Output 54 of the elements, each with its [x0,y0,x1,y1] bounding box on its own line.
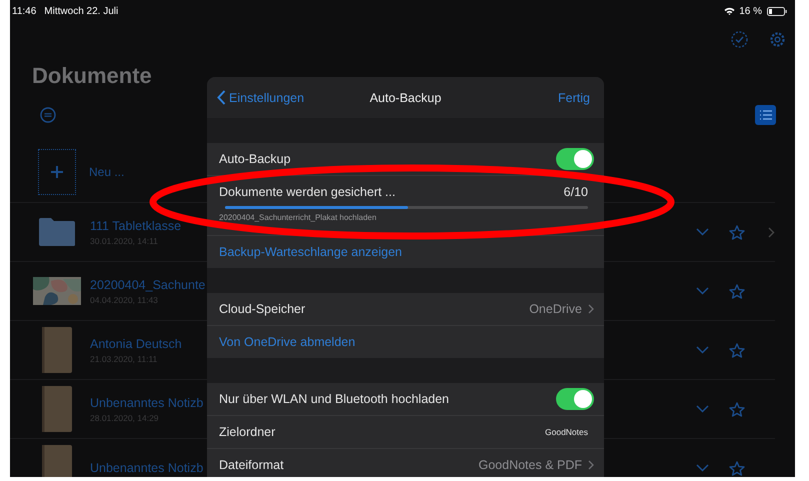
status-time: 11:46 [12,6,36,16]
document-name[interactable]: Unbenanntes Notizb [90,396,204,410]
wifi-icon [724,7,736,15]
chevron-down-icon[interactable] [696,228,709,236]
chevron-right-icon[interactable] [588,304,594,314]
document-name[interactable]: Unbenanntes Notizb [90,461,204,475]
star-icon[interactable] [729,402,745,416]
back-button[interactable]: Einstellungen [217,90,304,105]
new-document-button[interactable] [38,149,76,195]
chevron-right-icon[interactable] [768,226,775,238]
star-icon[interactable] [729,224,745,240]
document-name[interactable]: Antonia Deutsch [90,336,182,350]
toggle-switch[interactable] [556,148,594,170]
battery-icon [767,6,787,16]
action-link[interactable]: Backup-Warteschlange anzeigen [219,245,402,259]
chevron-left-icon[interactable] [217,90,226,105]
notebook-icon [42,327,72,373]
action-link[interactable]: Von OneDrive abmelden [219,335,356,349]
progress-label: Dokumente werden gesichert ... [219,185,396,199]
page-title: Dokumente [32,62,152,90]
setting-label: Dateiformat [219,458,285,472]
list-icon[interactable] [758,109,772,121]
setting-value[interactable]: GoodNotes [545,427,588,437]
status-date: Mittwoch 22. Juli [44,6,118,16]
notebook-icon [42,386,72,432]
minus-circle-icon[interactable] [40,107,56,123]
chevron-down-icon[interactable] [696,346,709,354]
done-button[interactable]: Fertig [558,90,590,104]
star-icon[interactable] [729,342,745,358]
chevron-down-icon[interactable] [696,405,709,413]
upload-status: 20200404_Sachunterricht_Plakat hochladen [219,213,378,222]
document-name[interactable]: 111 Tabletklasse [90,218,182,232]
setting-label: Cloud-Speicher [219,302,306,316]
setting-label: Nur über WLAN und Bluetooth hochladen [219,392,450,406]
star-icon[interactable] [729,460,745,476]
chevron-down-icon[interactable] [696,464,709,472]
document-name[interactable]: 20200404_Sachunte [90,278,206,292]
battery-percent: 16 % [739,6,762,16]
new-label[interactable]: Neu ... [89,165,124,179]
folder-icon [38,217,76,247]
setting-label: Auto-Backup [219,152,292,166]
check-circle-icon[interactable] [731,30,748,48]
progress-count: 6/10 [564,185,588,199]
plus-icon[interactable] [50,165,64,179]
setting-value[interactable]: GoodNotes & PDF [478,458,582,472]
setting-label: Zielordner [219,425,276,439]
toggle-switch[interactable] [556,388,594,410]
chevron-right-icon[interactable] [588,460,594,470]
list-view-button[interactable] [755,105,776,125]
chevron-down-icon[interactable] [696,287,709,295]
settings-icon[interactable] [769,30,786,48]
star-icon[interactable] [729,284,745,298]
setting-value[interactable]: OneDrive [529,302,582,316]
popover-title: Auto-Backup [370,90,442,104]
